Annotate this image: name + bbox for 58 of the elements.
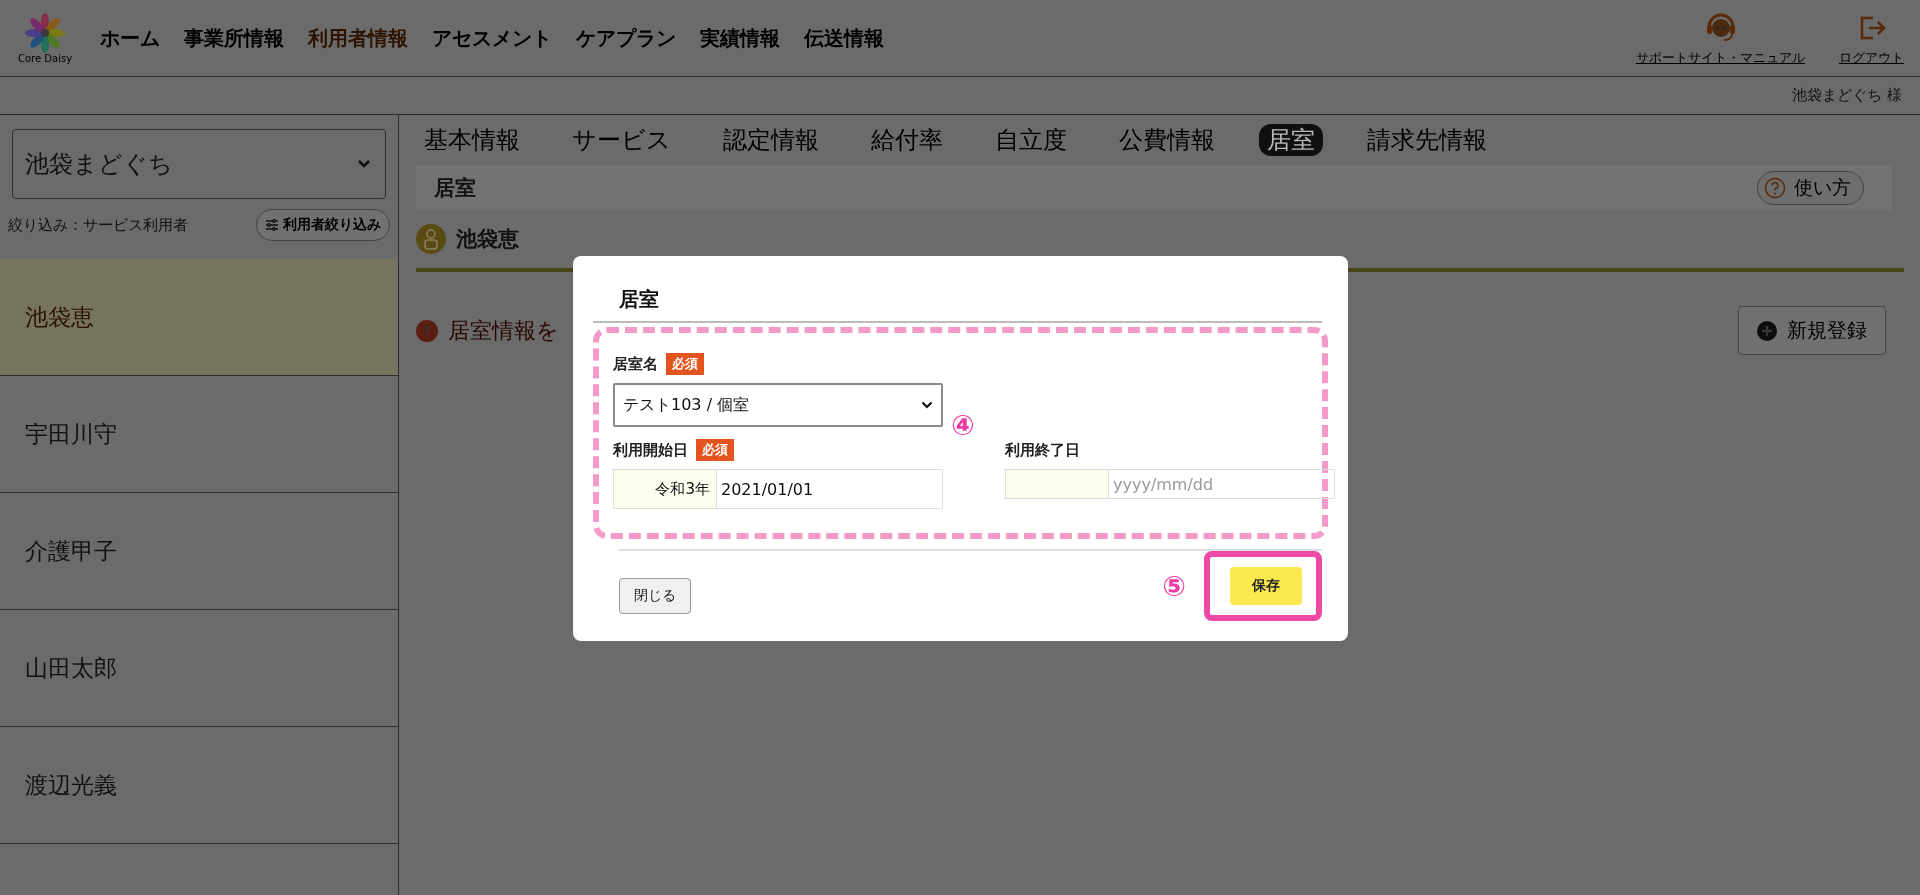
question-icon — [1764, 176, 1786, 199]
date-field[interactable]: 令和3年 2021/01/01 — [613, 469, 943, 509]
notice-text: 居室情報を — [448, 316, 559, 345]
user-name: 池袋まどぐち 様 — [1792, 86, 1902, 105]
date-value: 2021/01/01 — [720, 478, 814, 501]
filter-label: 絞り込み：サービス利用者 — [8, 215, 188, 235]
close-button[interactable]: 閉じる — [619, 578, 691, 614]
person-icon — [416, 224, 446, 254]
field-label: 利用終了日 — [1005, 440, 1080, 460]
field-label: 利用開始日 — [613, 440, 688, 460]
user-list-item[interactable]: 介護甲子 — [0, 493, 398, 610]
required-badge: 必須 — [696, 439, 734, 461]
office-select[interactable]: 池袋まどぐち — [12, 129, 386, 199]
tab[interactable]: 居室 — [1259, 124, 1323, 156]
date-placeholder: yyyy/mm/dd — [1112, 473, 1214, 496]
nav-link[interactable]: ホーム — [100, 24, 161, 52]
tab[interactable]: 公費情報 — [1115, 124, 1219, 156]
logo-text: Core Daisy — [18, 52, 73, 64]
tab[interactable]: サービス — [568, 124, 675, 156]
tab[interactable]: 基本情報 — [420, 124, 524, 156]
tab[interactable]: 請求先情報 — [1363, 124, 1491, 156]
flower-logo-icon — [25, 12, 66, 53]
required-badge: 必須 — [666, 353, 704, 375]
alert-icon — [416, 319, 438, 342]
help-button[interactable]: 使い方 — [1757, 170, 1864, 205]
plus-icon — [1757, 320, 1777, 341]
tab[interactable]: 給付率 — [867, 124, 947, 156]
nav-link[interactable]: 実績情報 — [700, 24, 781, 52]
nav-link[interactable]: アセスメント — [432, 24, 553, 52]
office-name: 池袋まどぐち — [25, 149, 173, 180]
user-list-item[interactable]: 池袋恵 — [0, 259, 398, 376]
chevron-down-icon — [357, 159, 371, 169]
nav-link[interactable]: 利用者情報 — [308, 24, 409, 52]
tab[interactable]: 自立度 — [991, 124, 1071, 156]
new-register-button[interactable]: 新規登録 — [1738, 306, 1886, 355]
select-value: テスト103 / 個室 — [623, 394, 750, 416]
sliders-icon — [265, 218, 279, 232]
nav-link[interactable]: 伝送情報 — [804, 24, 885, 52]
chevron-down-icon — [921, 401, 933, 409]
nav-link[interactable]: ケアプラン — [576, 24, 677, 52]
dialog-title: 居室 — [593, 286, 1322, 323]
page-title: 居室 — [434, 174, 476, 202]
annotation-number: ④ — [951, 409, 975, 442]
annotation-number: ⑤ — [1162, 569, 1186, 603]
era-label: 令和3年 — [614, 470, 717, 508]
user-list-item[interactable]: 渡辺光義 — [0, 727, 398, 844]
person-name: 池袋恵 — [456, 226, 519, 253]
user-list-item[interactable]: 山田太郎 — [0, 610, 398, 727]
nav-link[interactable]: 事業所情報 — [184, 24, 285, 52]
support-link[interactable]: サポートサイト・マニュアル — [1636, 49, 1805, 67]
field-label: 居室名 — [613, 354, 658, 374]
tab[interactable]: 認定情報 — [719, 124, 823, 156]
date-field[interactable]: yyyy/mm/dd — [1005, 469, 1335, 499]
user-list-item[interactable]: 宇田川守 — [0, 376, 398, 493]
room-select[interactable]: テスト103 / 個室 — [613, 383, 943, 427]
filter-button[interactable]: 利用者絞り込み — [256, 209, 390, 241]
logout-link[interactable]: ログアウト — [1839, 49, 1904, 67]
save-button[interactable]: 保存 — [1230, 567, 1302, 605]
